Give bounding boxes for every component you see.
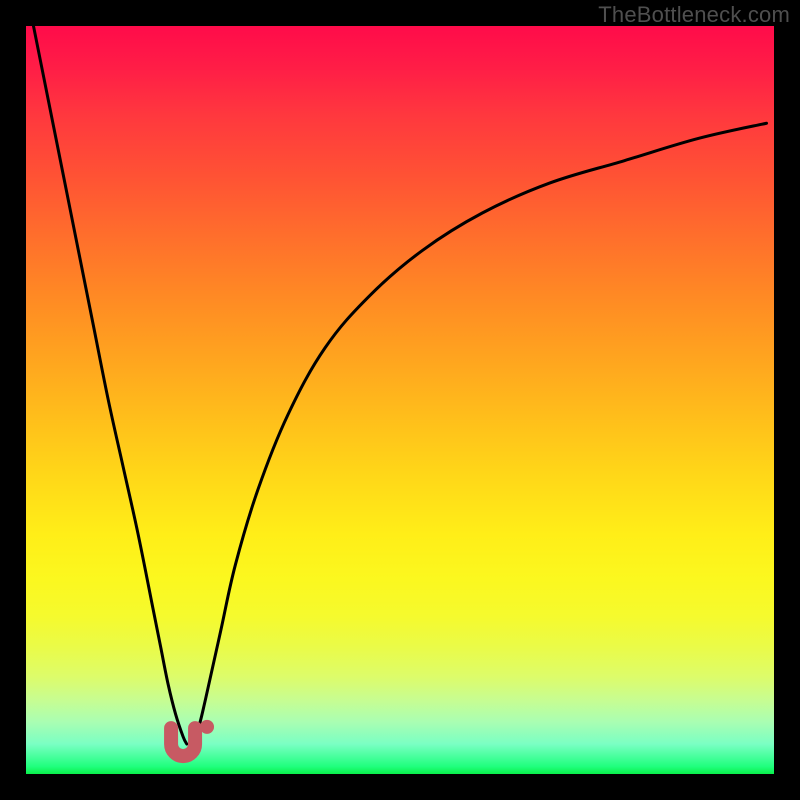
chart-frame: TheBottleneck.com [0, 0, 800, 800]
curve-right-branch [191, 123, 767, 744]
sweet-spot-dot [200, 720, 214, 734]
plot-area [26, 26, 774, 774]
watermark-text: TheBottleneck.com [598, 2, 790, 28]
curves-svg [26, 26, 774, 774]
curve-left-branch [33, 26, 186, 744]
